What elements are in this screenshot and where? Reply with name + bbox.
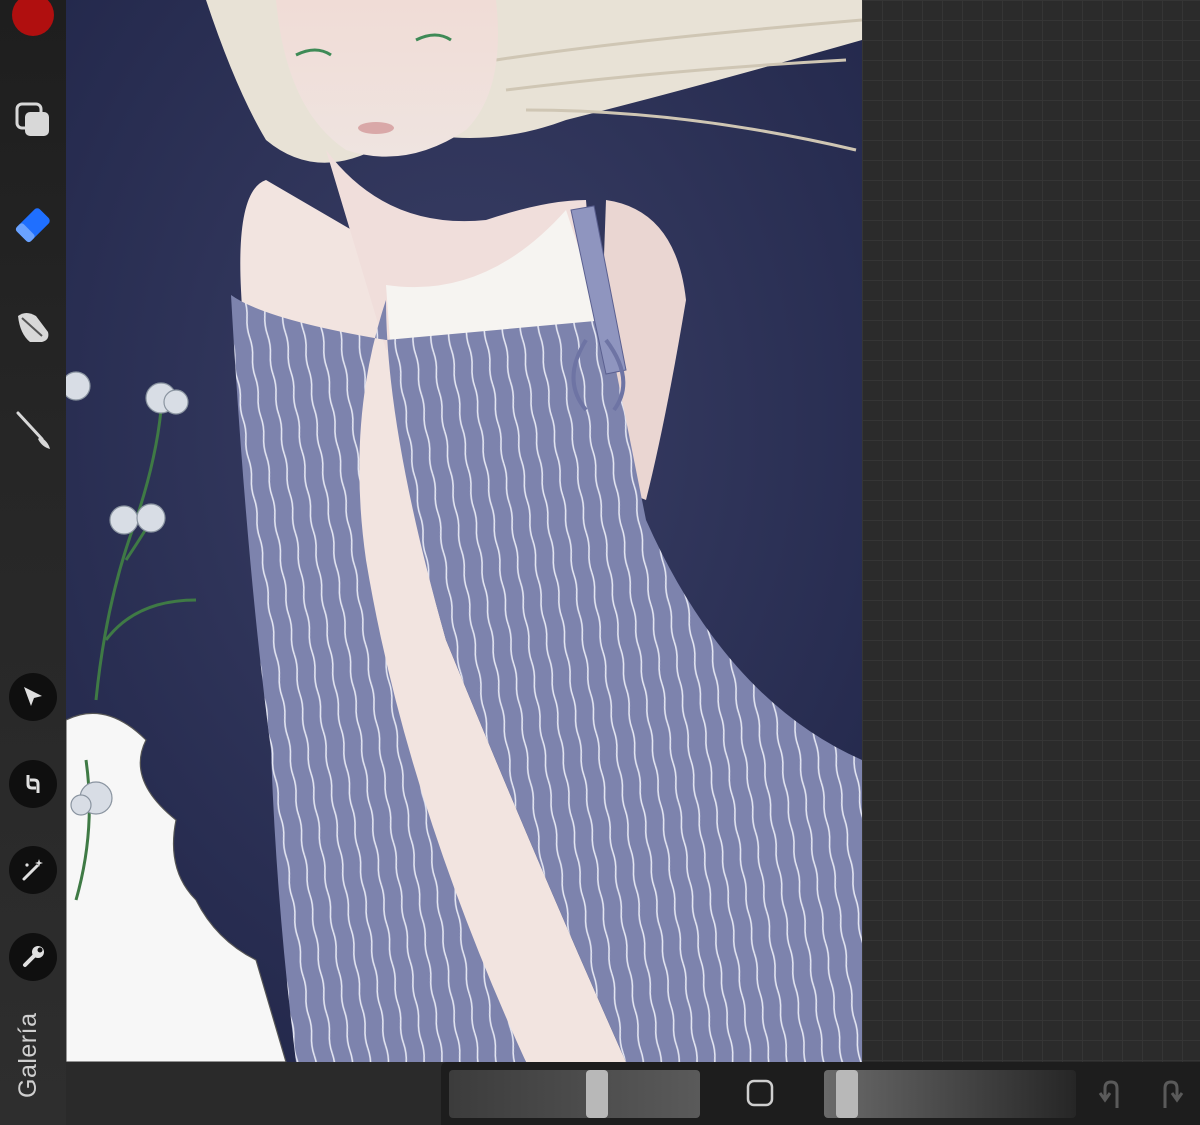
artwork-illustration bbox=[66, 0, 862, 1062]
eraser-icon bbox=[15, 208, 50, 243]
bottom-toolbar bbox=[441, 1062, 1200, 1125]
modify-button[interactable] bbox=[744, 1077, 776, 1109]
gallery-button[interactable]: Galería bbox=[14, 998, 43, 1098]
opacity-thumb[interactable] bbox=[836, 1070, 858, 1118]
magic-wand-icon bbox=[22, 859, 43, 881]
transform-button[interactable] bbox=[9, 760, 57, 808]
redo-icon bbox=[1163, 1080, 1184, 1108]
brush-icon bbox=[16, 411, 50, 449]
brush-size-slider[interactable] bbox=[449, 1070, 700, 1118]
selection-arrow-icon bbox=[24, 687, 42, 706]
layers-button[interactable] bbox=[8, 95, 58, 145]
color-picker-swatch[interactable] bbox=[12, 0, 54, 36]
drawing-canvas[interactable] bbox=[66, 0, 862, 1062]
smudge-icon bbox=[18, 313, 49, 342]
smudge-button[interactable] bbox=[8, 302, 58, 352]
actions-button[interactable] bbox=[9, 933, 57, 981]
transform-icon bbox=[26, 775, 40, 793]
redo-button[interactable] bbox=[1152, 1076, 1188, 1112]
selection-button[interactable] bbox=[9, 673, 57, 721]
brush-size-thumb[interactable] bbox=[586, 1070, 608, 1118]
layers-icon bbox=[15, 102, 49, 136]
eraser-button[interactable] bbox=[8, 200, 58, 250]
undo-icon bbox=[1098, 1080, 1119, 1108]
square-icon bbox=[746, 1079, 774, 1107]
opacity-slider[interactable] bbox=[824, 1070, 1076, 1118]
canvas-workspace-grid bbox=[862, 0, 1200, 1125]
adjustments-button[interactable] bbox=[9, 846, 57, 894]
brush-button[interactable] bbox=[8, 405, 58, 455]
left-toolbar: Galería bbox=[0, 0, 66, 1125]
undo-button[interactable] bbox=[1094, 1076, 1130, 1112]
wrench-icon bbox=[23, 946, 44, 967]
